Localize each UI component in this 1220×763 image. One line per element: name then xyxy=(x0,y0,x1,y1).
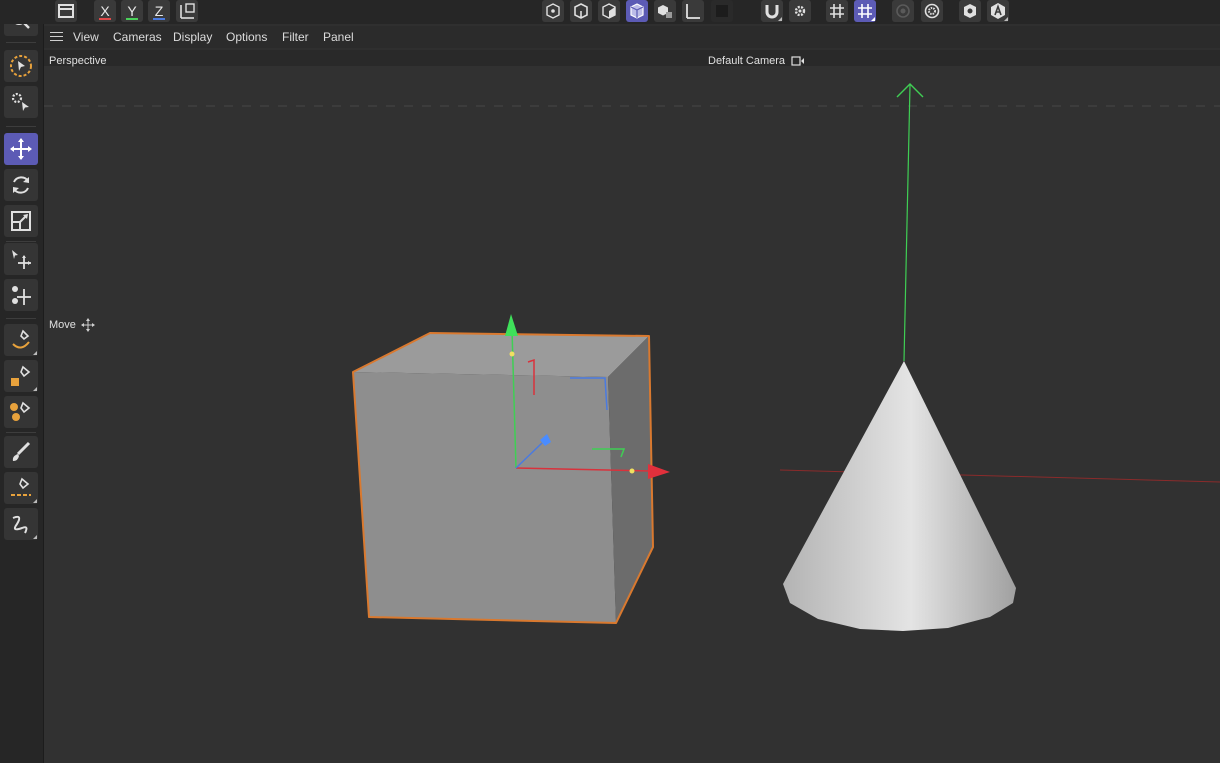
snap-button[interactable] xyxy=(761,0,783,22)
model-mode-icon xyxy=(630,3,644,19)
move-tool-icon xyxy=(10,138,32,160)
scale-tool-icon xyxy=(11,211,31,231)
spline-pen-icon xyxy=(12,329,30,349)
spline-line-button[interactable] xyxy=(4,472,38,504)
scale-tool-button[interactable] xyxy=(4,205,38,237)
z-axis-lock-button[interactable]: Z xyxy=(148,0,170,22)
transfer-tool-button[interactable] xyxy=(4,243,38,275)
cube-object[interactable] xyxy=(352,332,654,624)
placement-tool-icon xyxy=(12,286,31,305)
x-axis-label: X xyxy=(100,3,110,19)
snap-settings-button[interactable] xyxy=(789,0,811,22)
polygons-mode-icon xyxy=(602,3,616,19)
move-cross-icon xyxy=(81,318,95,332)
tweak-tool-button[interactable] xyxy=(4,86,38,118)
menu-panel[interactable]: Panel xyxy=(323,30,354,44)
texture-mode-icon xyxy=(658,5,672,18)
tool-hint-label: Move xyxy=(49,319,76,331)
gizmo-y-scale-handle xyxy=(509,351,515,357)
spline-pen-button[interactable] xyxy=(4,324,38,356)
cube-front-face xyxy=(353,372,616,623)
cone-y-axis-line xyxy=(903,84,911,362)
texture-mode-button[interactable] xyxy=(654,0,676,22)
spline-smooth-button[interactable] xyxy=(4,508,38,540)
panel-button[interactable] xyxy=(55,0,77,22)
menu-display[interactable]: Display xyxy=(173,30,212,44)
menu-filter[interactable]: Filter xyxy=(282,30,309,44)
points-mode-icon xyxy=(546,3,560,19)
polygons-mode-button[interactable] xyxy=(598,0,620,22)
x-axis-lock-button[interactable]: X xyxy=(94,0,116,22)
rotate-tool-button[interactable] xyxy=(4,169,38,201)
edges-mode-icon xyxy=(574,3,588,19)
y-axis-color-bar xyxy=(126,18,138,20)
cone-body xyxy=(783,361,1016,631)
axis-mode-icon xyxy=(686,4,700,19)
y-axis-label: Y xyxy=(127,3,137,19)
spline-arc-button[interactable] xyxy=(4,396,38,428)
y-axis-lock-button[interactable]: Y xyxy=(121,0,143,22)
placement-tool-button[interactable] xyxy=(4,279,38,311)
workplane-grid-button[interactable] xyxy=(854,0,876,22)
menu-cameras[interactable]: Cameras xyxy=(113,30,162,44)
spline-sketch-icon xyxy=(11,365,31,386)
menu-options[interactable]: Options xyxy=(226,30,267,44)
hamburger-menu-icon[interactable] xyxy=(50,32,63,42)
gizmo-x-arrow xyxy=(648,464,670,479)
spline-sketch-button[interactable] xyxy=(4,360,38,392)
solo-mode-icon xyxy=(716,5,728,17)
spline-arc-icon xyxy=(10,401,31,421)
live-selection-icon xyxy=(10,55,32,77)
z-axis-color-bar xyxy=(153,18,165,20)
render-region-button[interactable] xyxy=(892,0,914,22)
cone-object[interactable] xyxy=(783,83,1016,631)
viewport-solo-button[interactable] xyxy=(959,0,981,22)
brush-icon xyxy=(12,441,31,461)
coordinate-system-icon xyxy=(180,3,195,19)
points-mode-button[interactable] xyxy=(542,0,564,22)
edges-mode-button[interactable] xyxy=(570,0,592,22)
solo-mode-button[interactable] xyxy=(711,0,733,22)
move-tool-button[interactable] xyxy=(4,133,38,165)
snap-settings-icon xyxy=(794,5,806,17)
viewport-solo-icon xyxy=(964,4,976,18)
panel-icon xyxy=(58,4,74,18)
render-region-icon xyxy=(896,4,910,18)
rotate-tool-icon xyxy=(13,176,29,194)
grid-icon xyxy=(830,4,844,18)
tweak-tool-icon xyxy=(11,92,29,111)
left-toolbar xyxy=(0,0,44,763)
z-axis-label: Z xyxy=(154,3,164,19)
attribute-button[interactable] xyxy=(987,0,1009,22)
cube-top-face xyxy=(353,333,649,377)
axis-mode-button[interactable] xyxy=(682,0,704,22)
model-mode-button[interactable] xyxy=(626,0,648,22)
gizmo-x-scale-handle xyxy=(629,468,635,474)
render-settings-button[interactable] xyxy=(921,0,943,22)
spline-smooth-icon xyxy=(12,515,28,534)
viewport-menu-bar: View Cameras Display Options Filter Pane… xyxy=(44,26,1220,48)
coordinate-system-button[interactable] xyxy=(176,0,198,22)
brush-button[interactable] xyxy=(4,436,38,468)
top-toolbar: X Y Z xyxy=(0,0,1220,24)
viewport[interactable]: Perspective Default Camera Move xyxy=(44,50,1220,763)
x-axis-color-bar xyxy=(99,18,111,20)
menu-view[interactable]: View xyxy=(73,30,99,44)
grid-button[interactable] xyxy=(826,0,848,22)
render-settings-icon xyxy=(924,3,940,19)
spline-line-icon xyxy=(11,477,31,496)
cube-side-face xyxy=(608,336,653,623)
live-selection-button[interactable] xyxy=(4,50,38,82)
transfer-tool-icon xyxy=(12,250,31,269)
gizmo-y-arrow xyxy=(505,314,518,336)
scene-canvas[interactable] xyxy=(44,50,1220,763)
